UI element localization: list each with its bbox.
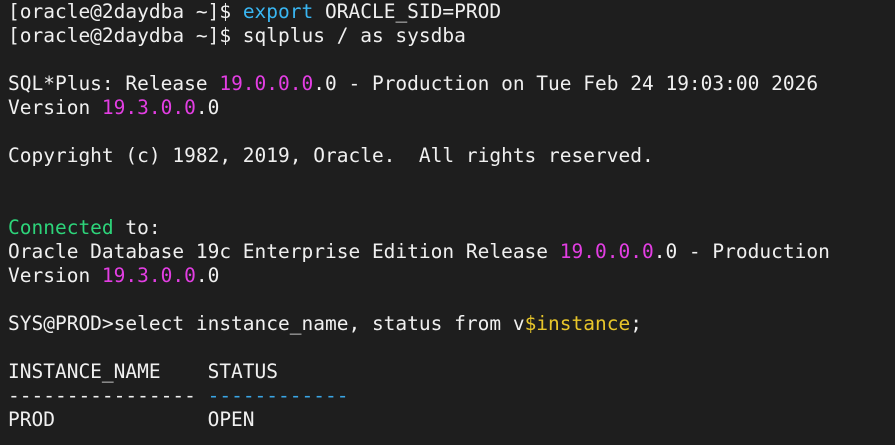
terminal-line: SYS@PROD>select instance_name, status fr… bbox=[8, 312, 895, 336]
terminal-text-segment: 19.3.0.0 bbox=[101, 264, 196, 287]
terminal-text-segment: export bbox=[242, 0, 314, 23]
terminal-output: [oracle@2daydba ~]$ export ORACLE_SID=PR… bbox=[8, 0, 895, 432]
terminal-text-segment: SQL*Plus: Release bbox=[8, 72, 220, 95]
terminal-text-segment: ORACLE_SID=PROD bbox=[313, 0, 502, 23]
terminal-line: Oracle Database 19c Enterprise Edition R… bbox=[8, 240, 895, 264]
terminal-text-segment: 19.0.0.0 bbox=[559, 240, 654, 263]
terminal-text-segment: SYS@PROD>select instance_name, status fr… bbox=[8, 312, 525, 335]
terminal-text-segment: ; bbox=[630, 312, 642, 335]
terminal-line: [oracle@2daydba ~]$ sqlplus / as sysdba bbox=[8, 24, 895, 48]
terminal-text-segment: PROD OPEN bbox=[8, 408, 255, 431]
terminal-line: SQL*Plus: Release 19.0.0.0.0 - Productio… bbox=[8, 72, 895, 96]
terminal-text-segment: $instance bbox=[524, 312, 631, 335]
terminal-line: Copyright (c) 1982, 2019, Oracle. All ri… bbox=[8, 144, 895, 168]
terminal-text-segment: .0 bbox=[195, 96, 220, 119]
terminal-text-segment: to: bbox=[113, 216, 161, 239]
terminal-line: PROD OPEN bbox=[8, 408, 895, 432]
terminal-line: Version 19.3.0.0.0 bbox=[8, 96, 895, 120]
terminal-text-segment: Version bbox=[8, 96, 102, 119]
terminal-line: ---------------- ------------ bbox=[8, 384, 895, 408]
terminal-line: Connected to: bbox=[8, 216, 895, 240]
terminal-text-segment: [oracle@2daydba ~]$ sqlplus / as sysdba bbox=[8, 24, 466, 47]
terminal-text-segment: 19.3.0.0 bbox=[101, 96, 196, 119]
terminal-text-segment: .0 - Production bbox=[653, 240, 830, 263]
terminal-text-segment: Copyright (c) 1982, 2019, Oracle. All ri… bbox=[8, 144, 654, 167]
terminal-window[interactable]: [oracle@2daydba ~]$ export ORACLE_SID=PR… bbox=[0, 0, 895, 445]
terminal-text-segment: INSTANCE_NAME STATUS bbox=[8, 360, 279, 383]
terminal-text-segment: 19.0.0.0 bbox=[219, 72, 314, 95]
terminal-line: Version 19.3.0.0.0 bbox=[8, 264, 895, 288]
terminal-text-segment: ---------------- bbox=[8, 384, 208, 407]
terminal-line: [oracle@2daydba ~]$ export ORACLE_SID=PR… bbox=[8, 0, 895, 24]
terminal-text-segment: ------------ bbox=[207, 384, 349, 407]
terminal-text-segment: Version bbox=[8, 264, 102, 287]
terminal-text-segment: Connected bbox=[8, 216, 114, 239]
terminal-text-segment: [oracle@2daydba ~]$ bbox=[8, 0, 243, 23]
terminal-text-segment: Oracle Database 19c Enterprise Edition R… bbox=[8, 240, 560, 263]
terminal-text-segment: .0 - Production on Tue Feb 24 19:03:00 2… bbox=[313, 72, 819, 95]
terminal-text-segment: .0 bbox=[195, 264, 220, 287]
terminal-line: INSTANCE_NAME STATUS bbox=[8, 360, 895, 384]
